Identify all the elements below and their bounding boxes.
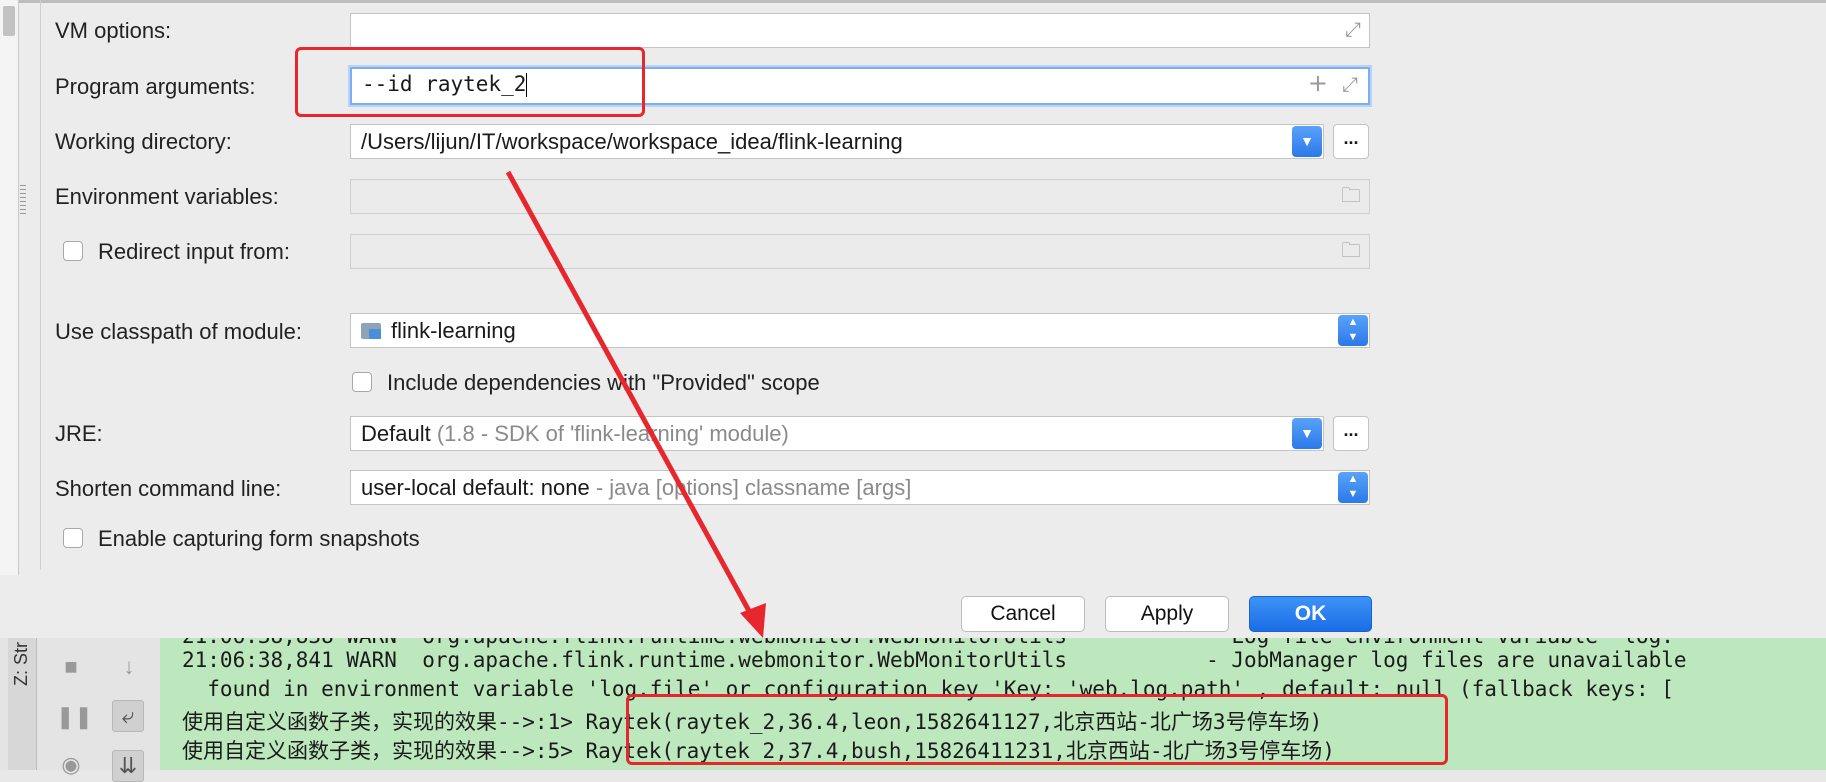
arrow-shaft (505, 170, 757, 622)
annotation-arrow (505, 170, 766, 638)
arrow-head (740, 603, 766, 638)
